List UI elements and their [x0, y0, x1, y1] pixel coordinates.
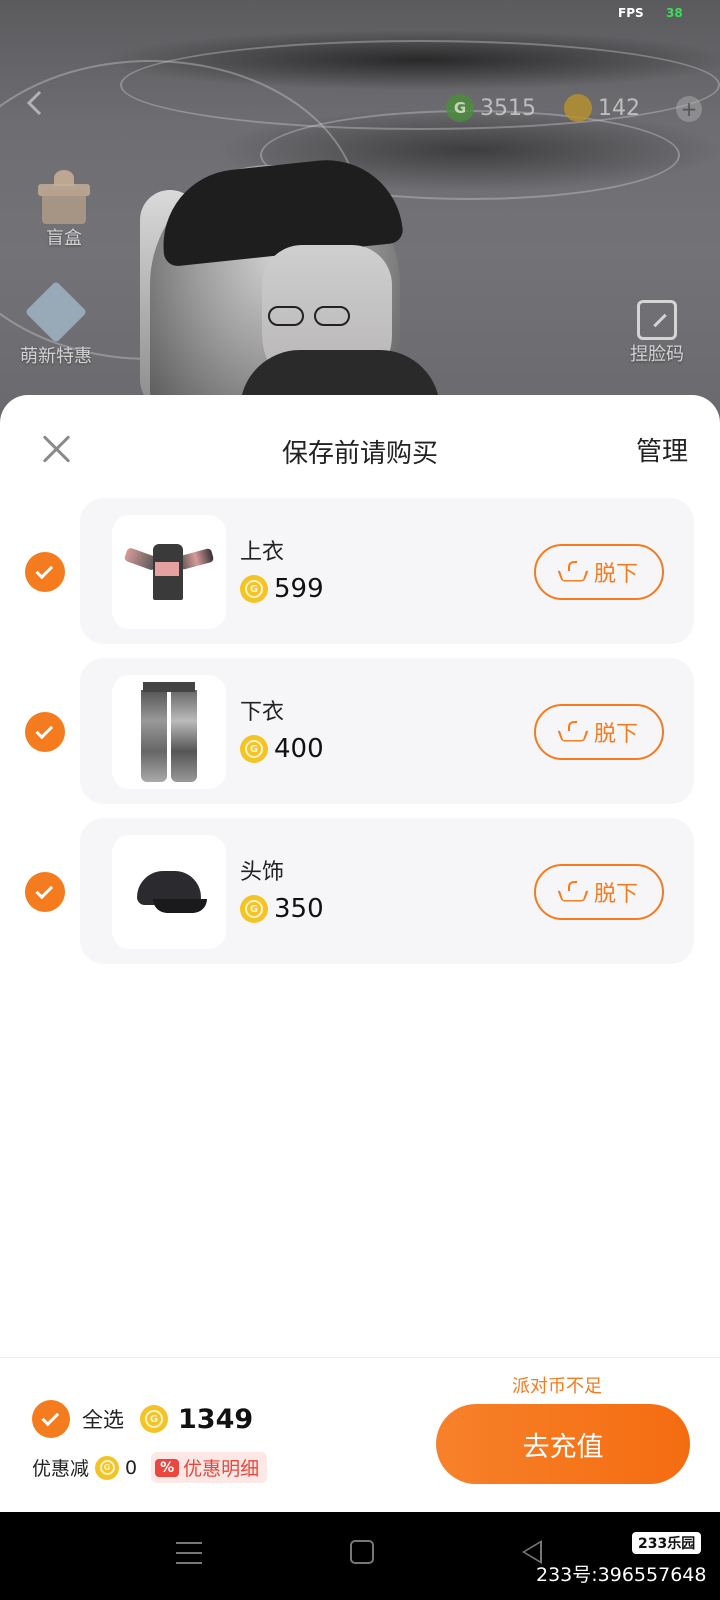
face-code-button[interactable]: 捏脸码: [630, 300, 684, 366]
take-off-label: 脱下: [593, 722, 638, 747]
check-icon: [35, 561, 54, 579]
take-off-button[interactable]: 脱下: [534, 864, 664, 920]
discount-value: 0: [125, 1456, 138, 1479]
shirt-icon: [123, 544, 215, 600]
check-icon: [35, 721, 54, 739]
item-checkbox[interactable]: [25, 872, 65, 912]
select-all-checkbox[interactable]: [32, 1400, 70, 1438]
item-name: 头饰: [240, 860, 285, 885]
item-thumbnail-bottom: [112, 675, 226, 789]
item-price-value: 350: [274, 894, 324, 924]
item-price-value: 599: [274, 574, 324, 604]
edit-icon: [637, 300, 677, 340]
fps-label: FPS: [618, 6, 644, 20]
coin-icon: G: [95, 1455, 120, 1480]
list-item: 头饰 G 350 脱下: [0, 818, 720, 964]
back-arrow-icon[interactable]: [20, 88, 50, 118]
face-code-label: 捏脸码: [630, 344, 684, 365]
cap-icon: [131, 867, 207, 917]
take-off-button[interactable]: 脱下: [534, 704, 664, 760]
watermark-logo: 233乐园: [632, 1532, 702, 1554]
item-card: 头饰 G 350 脱下: [80, 818, 694, 964]
hanger-icon: [560, 561, 586, 583]
item-name: 上衣: [240, 540, 285, 565]
watermark-id: 233号:396557648: [536, 1564, 707, 1586]
y-coin-balance: 142: [564, 94, 640, 122]
item-price: G 350: [240, 894, 324, 924]
take-off-label: 脱下: [593, 882, 638, 907]
check-icon: [35, 881, 54, 899]
sheet-header: 保存前请购买 管理: [0, 395, 720, 505]
discount-detail-button[interactable]: % 优惠明细: [151, 1452, 268, 1483]
fps-value: 38: [666, 6, 683, 20]
coin-icon: G: [240, 575, 268, 603]
item-thumbnail-headwear: [112, 835, 226, 949]
item-checkbox[interactable]: [25, 712, 65, 752]
blind-box-button[interactable]: 盲盒: [36, 170, 92, 250]
g-coin-icon: G: [446, 94, 474, 122]
select-all-row: 全选 G 1349: [32, 1400, 253, 1438]
item-checkbox[interactable]: [25, 552, 65, 592]
coin-icon: G: [140, 1405, 168, 1433]
character-glasses: [268, 306, 354, 328]
newbie-offer-label: 萌新特惠: [20, 346, 92, 367]
hanger-icon: [560, 721, 586, 743]
g-coin-balance: G 3515: [446, 94, 536, 122]
coin-icon: G: [240, 735, 268, 763]
hanger-icon: [560, 881, 586, 903]
total-amount: 1349: [178, 1403, 254, 1435]
discount-label: 优惠减: [32, 1458, 90, 1480]
sheet-title: 保存前请购买: [281, 439, 438, 469]
item-price: G 599: [240, 574, 324, 604]
item-card: 下衣 G 400 脱下: [80, 658, 694, 804]
take-off-label: 脱下: [593, 562, 638, 587]
list-item: 上衣 G 599 脱下: [0, 498, 720, 644]
pants-icon: [137, 682, 201, 782]
y-coin-amount: 142: [598, 95, 640, 121]
item-price-value: 400: [274, 734, 324, 764]
discount-detail-label: 优惠明细: [183, 1458, 260, 1480]
percent-icon: %: [155, 1458, 180, 1477]
newbie-offer-button[interactable]: 萌新特惠: [20, 280, 92, 368]
game-scene: FPS 38 G 3515 142 + 盲盒 萌新特惠 捏脸码: [0, 0, 720, 420]
g-coin-amount: 3515: [480, 95, 536, 121]
manage-button[interactable]: 管理: [636, 431, 688, 468]
list-item: 下衣 G 400 脱下: [0, 658, 720, 804]
blind-box-label: 盲盒: [46, 228, 82, 249]
y-coin-icon: [564, 94, 592, 122]
item-price: G 400: [240, 734, 324, 764]
newbie-offer-icon: [21, 280, 91, 344]
discount-row: 优惠减 G 0 % 优惠明细: [32, 1452, 268, 1483]
item-name: 下衣: [240, 700, 285, 725]
add-currency-icon[interactable]: +: [676, 96, 702, 122]
recharge-button[interactable]: 去充值: [436, 1404, 690, 1484]
select-all-label: 全选: [82, 1408, 124, 1432]
purchase-sheet: 保存前请购买 管理 上衣 G 599 脱下 下衣 G 400 脱下 头饰 G 3…: [0, 395, 720, 1512]
check-icon: [41, 1408, 60, 1426]
item-thumbnail-top: [112, 515, 226, 629]
insufficient-coins-warning: 派对币不足: [512, 1376, 602, 1397]
footer-divider: [0, 1357, 720, 1358]
item-card: 上衣 G 599 脱下: [80, 498, 694, 644]
take-off-button[interactable]: 脱下: [534, 544, 664, 600]
gift-box-icon: [36, 170, 92, 224]
home-icon[interactable]: [350, 1540, 374, 1564]
menu-icon[interactable]: [176, 1542, 202, 1564]
coin-icon: G: [240, 895, 268, 923]
